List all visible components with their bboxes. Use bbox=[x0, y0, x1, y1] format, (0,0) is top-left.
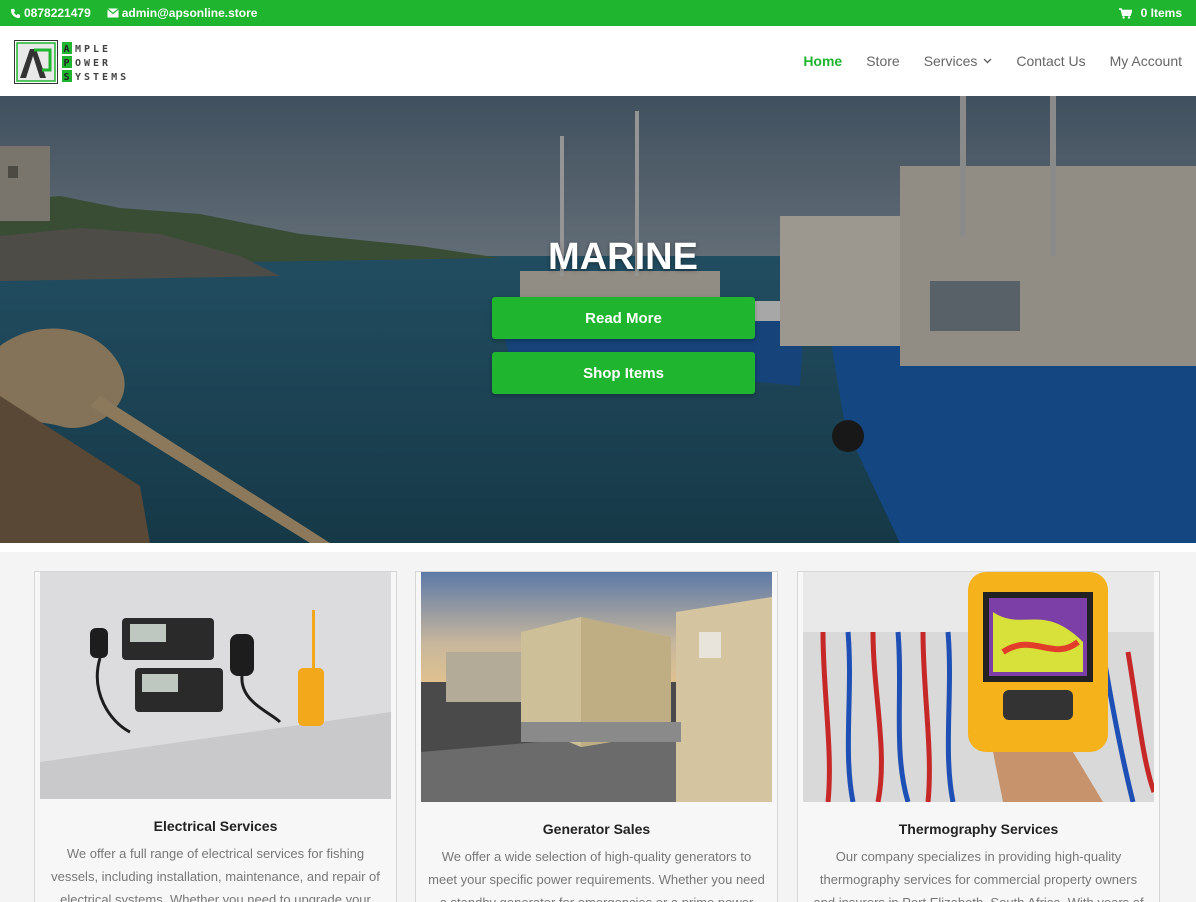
main-nav: Home Store Services Contact Us My Accoun… bbox=[803, 53, 1182, 69]
card-thermography-services: Thermography Services Our company specia… bbox=[797, 571, 1160, 902]
card-text: We offer a wide selection of high-qualit… bbox=[428, 849, 765, 902]
marine-radio-image[interactable] bbox=[40, 572, 391, 799]
aps-logo[interactable]: A MPLE P OWER S YSTEMS bbox=[14, 40, 146, 84]
logo-letter-a: A bbox=[64, 44, 70, 55]
hero-slider: MARINE Read More Shop Items bbox=[0, 96, 1196, 543]
email-link[interactable]: admin@apsonline.store bbox=[106, 6, 258, 20]
email-address: admin@apsonline.store bbox=[121, 6, 258, 20]
logo-letter-s: S bbox=[64, 72, 70, 83]
card-generator-sales: Generator Sales We offer a wide selectio… bbox=[415, 571, 778, 902]
logo-letter-p: P bbox=[64, 58, 70, 69]
thermal-camera-image[interactable] bbox=[803, 572, 1154, 802]
nav-home[interactable]: Home bbox=[803, 53, 842, 69]
contact-info: 0878221479 admin@apsonline.store bbox=[10, 6, 257, 20]
top-bar: 0878221479 admin@apsonline.store 0 Items bbox=[0, 0, 1196, 26]
nav-services[interactable]: Services bbox=[924, 53, 993, 69]
card-electrical-services: Electrical Services We offer a full rang… bbox=[34, 571, 397, 902]
chevron-down-icon bbox=[983, 58, 992, 64]
cart-count: 0 Items bbox=[1140, 6, 1182, 20]
hero-title: MARINE bbox=[548, 236, 698, 278]
card-text: We offer a full range of electrical serv… bbox=[51, 846, 380, 902]
cart-icon bbox=[1118, 7, 1132, 19]
generator-container-image[interactable] bbox=[421, 572, 772, 802]
cart-link[interactable]: 0 Items bbox=[1118, 6, 1182, 20]
shop-items-button[interactable]: Shop Items bbox=[492, 352, 755, 394]
phone-number: 0878221479 bbox=[24, 6, 91, 20]
nav-services-label: Services bbox=[923, 53, 978, 69]
section-divider bbox=[0, 543, 1196, 552]
read-more-button[interactable]: Read More bbox=[492, 297, 755, 339]
mail-icon bbox=[106, 8, 119, 18]
card-text: Our company specializes in providing hig… bbox=[813, 849, 1143, 902]
nav-contact[interactable]: Contact Us bbox=[1016, 53, 1085, 69]
card-title: Thermography Services bbox=[898, 821, 1059, 837]
nav-account[interactable]: My Account bbox=[1110, 53, 1182, 69]
card-title: Electrical Services bbox=[153, 818, 278, 834]
logo-line-1: MPLE bbox=[75, 44, 111, 55]
nav-store[interactable]: Store bbox=[866, 53, 899, 69]
logo-line-2: OWER bbox=[75, 58, 111, 69]
phone-link[interactable]: 0878221479 bbox=[10, 6, 91, 20]
phone-icon bbox=[10, 8, 21, 18]
card-title: Generator Sales bbox=[542, 821, 651, 837]
logo-line-3: YSTEMS bbox=[75, 72, 129, 83]
site-header: A MPLE P OWER S YSTEMS Home Store Servic… bbox=[0, 26, 1196, 96]
